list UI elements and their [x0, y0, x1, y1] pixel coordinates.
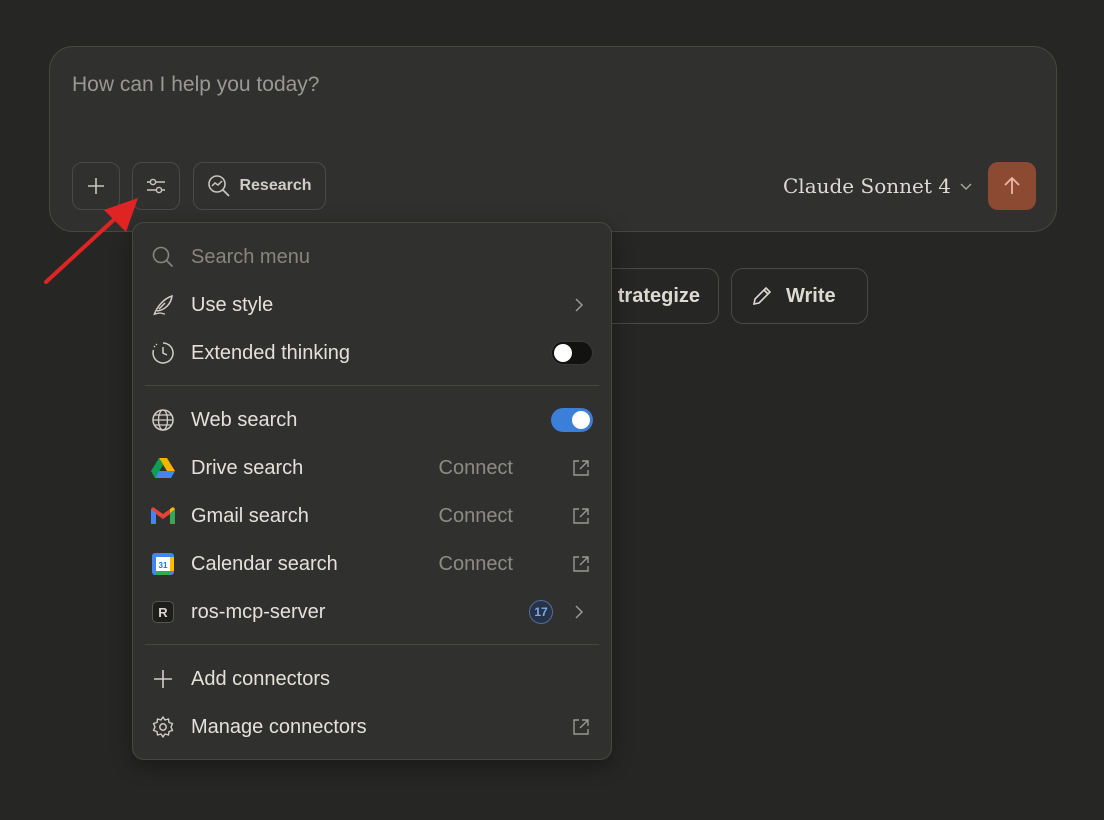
- web-search-toggle[interactable]: [551, 408, 593, 432]
- connect-link[interactable]: Connect: [439, 553, 514, 576]
- menu-item-gmail-search[interactable]: Gmail search Connect: [133, 492, 611, 540]
- chevron-down-icon: [960, 183, 972, 190]
- menu-item-label: Drive search: [191, 456, 304, 479]
- menu-item-label: Calendar search: [191, 552, 338, 575]
- external-link-icon: [573, 508, 589, 524]
- menu-item-use-style[interactable]: Use style: [133, 281, 611, 329]
- research-icon: [208, 175, 231, 197]
- clock-icon: [151, 341, 175, 365]
- tools-menu: Search menu Use style Extended thinking …: [132, 222, 612, 760]
- menu-item-label: ros-mcp-server: [191, 600, 326, 623]
- extended-thinking-toggle[interactable]: [551, 341, 593, 365]
- menu-search-input[interactable]: Search menu: [133, 233, 611, 281]
- research-label: Research: [239, 177, 312, 194]
- chip-write[interactable]: Write: [731, 268, 868, 324]
- tool-count-badge: 17: [529, 600, 553, 624]
- menu-item-add-connectors[interactable]: Add connectors: [133, 655, 611, 703]
- menu-item-web-search[interactable]: Web search: [133, 396, 611, 444]
- external-link-icon: [573, 556, 589, 572]
- prompt-input[interactable]: How can I help you today?: [72, 73, 320, 97]
- menu-divider: [145, 644, 599, 645]
- menu-divider: [145, 385, 599, 386]
- research-button[interactable]: Research: [193, 162, 326, 210]
- r-server-icon: R: [151, 600, 175, 624]
- connect-link[interactable]: Connect: [439, 505, 514, 528]
- menu-item-label: Add connectors: [191, 667, 330, 690]
- external-link-icon: [573, 460, 589, 476]
- send-button[interactable]: [988, 162, 1036, 210]
- model-selector[interactable]: Claude Sonnet 4: [783, 174, 973, 198]
- arrow-up-icon: [1004, 176, 1020, 194]
- menu-item-label: Manage connectors: [191, 715, 367, 738]
- pencil-icon: [752, 286, 772, 306]
- menu-item-manage-connectors[interactable]: Manage connectors: [133, 703, 611, 751]
- gear-icon: [151, 715, 175, 739]
- menu-item-extended-thinking[interactable]: Extended thinking: [133, 329, 611, 377]
- menu-item-label: Extended thinking: [191, 341, 351, 364]
- chip-write-label: Write: [786, 284, 836, 307]
- menu-item-label: Gmail search: [191, 504, 309, 527]
- menu-item-label: Web search: [191, 408, 298, 431]
- chat-composer: How can I help you today? Research Claud…: [49, 46, 1057, 232]
- menu-item-label: Use style: [191, 293, 274, 316]
- plus-icon: [151, 667, 175, 691]
- chevron-right-icon: [575, 605, 584, 619]
- menu-item-drive-search[interactable]: Drive search Connect: [133, 444, 611, 492]
- feather-icon: [151, 293, 175, 317]
- toggle-knob: [554, 344, 572, 362]
- globe-icon: [151, 408, 175, 432]
- connect-link[interactable]: Connect: [439, 457, 514, 480]
- annotation-arrow-icon: [44, 198, 138, 284]
- google-calendar-icon: 31: [151, 552, 175, 576]
- menu-search-placeholder: Search menu: [191, 245, 310, 268]
- menu-item-ros-mcp-server[interactable]: R ros-mcp-server 17: [133, 588, 611, 636]
- toggle-knob: [572, 411, 590, 429]
- model-name: Claude Sonnet 4: [783, 174, 951, 198]
- google-drive-icon: [151, 456, 175, 480]
- gmail-icon: [151, 504, 175, 528]
- search-icon: [151, 245, 175, 269]
- chevron-right-icon: [575, 298, 584, 312]
- calendar-day-text: 31: [159, 561, 168, 570]
- external-link-icon: [573, 719, 589, 735]
- chip-strategize-label: trategize: [617, 284, 700, 307]
- menu-item-calendar-search[interactable]: 31 Calendar search Connect: [133, 540, 611, 588]
